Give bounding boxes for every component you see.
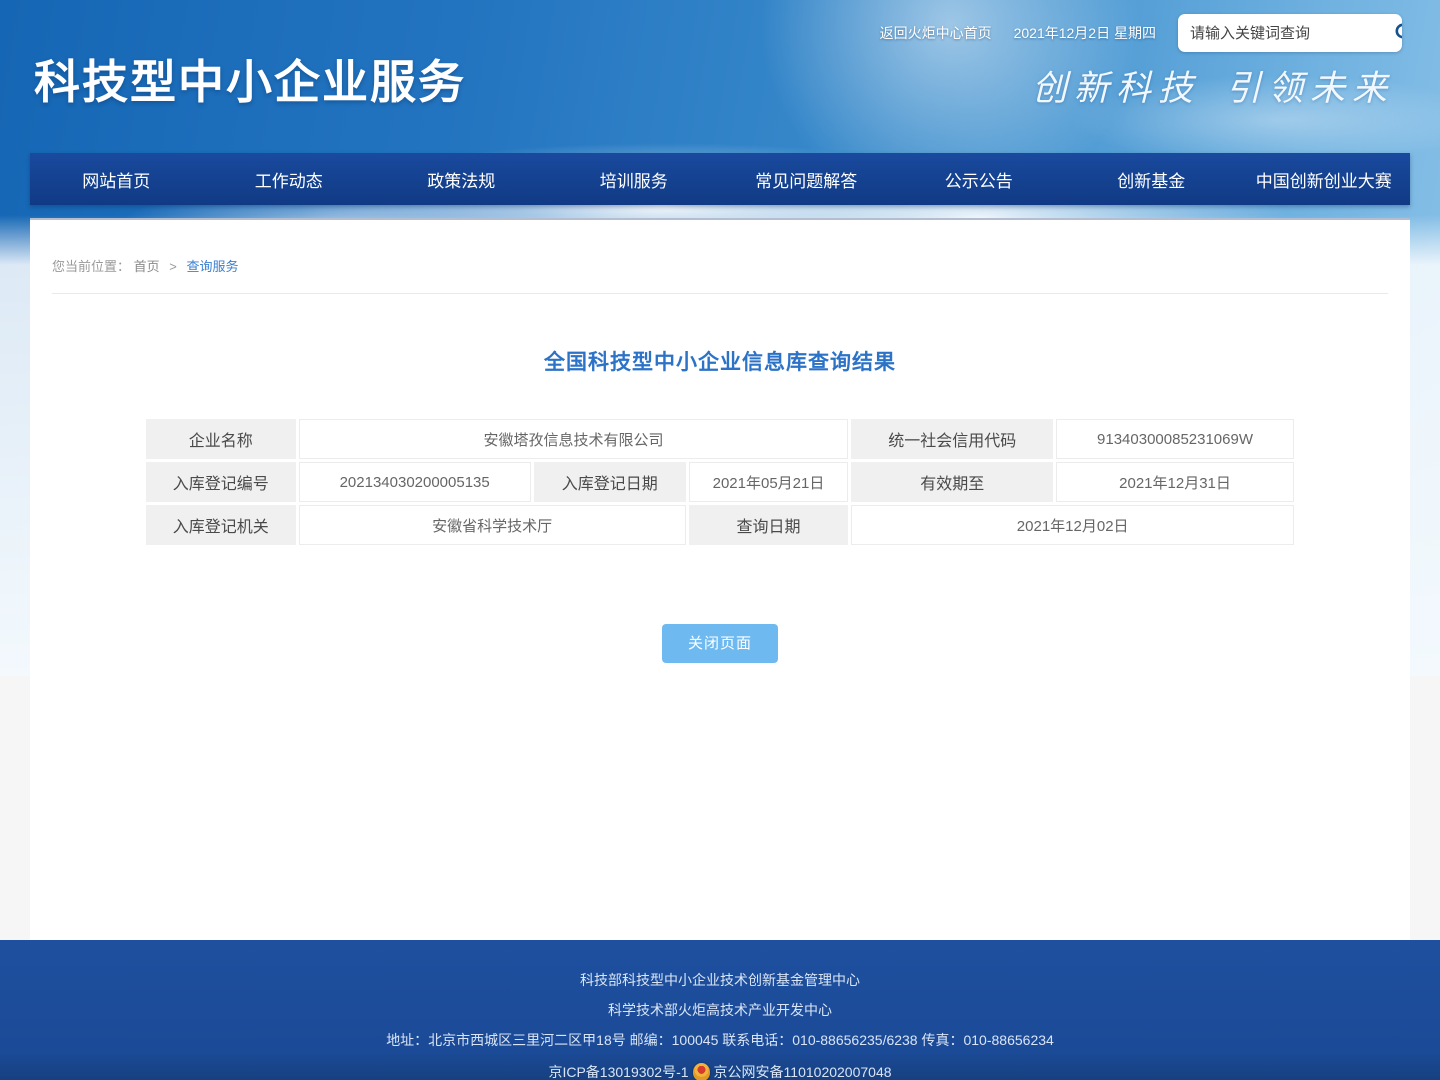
search-button[interactable] bbox=[1393, 14, 1402, 52]
breadcrumb-prefix: 您当前位置： bbox=[52, 259, 130, 274]
query-date-label: 查询日期 bbox=[689, 505, 849, 545]
footer-org-line1: 科技部科技型中小企业技术创新基金管理中心 bbox=[0, 940, 1440, 987]
reg-no-value: 202134030200005135 bbox=[299, 462, 531, 502]
footer: 科技部科技型中小企业技术创新基金管理中心 科学技术部火炬高技术产业开发中心 地址… bbox=[0, 940, 1440, 1080]
reg-date-label: 入库登记日期 bbox=[534, 462, 686, 502]
page-root: 科技型中小企业服务 返回火炬中心首页 2021年12月2日 星期四 创新科技引领… bbox=[0, 0, 1440, 1080]
breadcrumb-home-link[interactable]: 首页 bbox=[134, 259, 160, 274]
button-row: 关闭页面 bbox=[30, 624, 1410, 663]
nav-item-innovation-fund[interactable]: 创新基金 bbox=[1065, 153, 1238, 205]
nav-item-faq[interactable]: 常见问题解答 bbox=[720, 153, 893, 205]
reg-authority-value: 安徽省科学技术厅 bbox=[299, 505, 686, 545]
current-date-text: 2021年12月2日 星期四 bbox=[1014, 23, 1156, 43]
footer-contact-line: 地址：北京市西城区三里河二区甲18号 邮编：100045 联系电话：010-88… bbox=[0, 1033, 1440, 1047]
query-result-table: 企业名称 安徽塔孜信息技术有限公司 统一社会信用代码 9134030008523… bbox=[143, 416, 1297, 548]
search-icon bbox=[1393, 21, 1402, 45]
breadcrumb-current-link[interactable]: 查询服务 bbox=[187, 259, 239, 274]
nav-item-policies[interactable]: 政策法规 bbox=[375, 153, 548, 205]
header-slogan: 创新科技引领未来 bbox=[1032, 60, 1394, 111]
company-name-label: 企业名称 bbox=[146, 419, 296, 459]
nav-item-home[interactable]: 网站首页 bbox=[30, 153, 203, 205]
table-row-registration: 入库登记编号 202134030200005135 入库登记日期 2021年05… bbox=[146, 462, 1294, 502]
footer-beian-line: 京ICP备13019302号-1 京公网安备11010202007048 bbox=[0, 1063, 1440, 1080]
breadcrumb: 您当前位置： 首页 > 查询服务 bbox=[52, 220, 1388, 294]
footer-org-line2: 科学技术部火炬高技术产业开发中心 bbox=[0, 1003, 1440, 1017]
nav-item-announcements[interactable]: 公示公告 bbox=[893, 153, 1066, 205]
psb-license-link[interactable]: 京公网安备11010202007048 bbox=[714, 1065, 892, 1079]
close-page-button[interactable]: 关闭页面 bbox=[662, 624, 778, 663]
credit-code-label: 统一社会信用代码 bbox=[851, 419, 1053, 459]
content-box: 您当前位置： 首页 > 查询服务 全国科技型中小企业信息库查询结果 企业名称 安… bbox=[30, 218, 1410, 940]
search-input[interactable] bbox=[1178, 25, 1393, 42]
torch-center-home-link[interactable]: 返回火炬中心首页 bbox=[880, 23, 992, 43]
top-bar: 返回火炬中心首页 2021年12月2日 星期四 bbox=[880, 14, 1402, 52]
icp-license-link[interactable]: 京ICP备13019302号-1 bbox=[548, 1065, 688, 1079]
breadcrumb-separator: > bbox=[169, 259, 177, 274]
nav-item-training[interactable]: 培训服务 bbox=[548, 153, 721, 205]
valid-until-value: 2021年12月31日 bbox=[1056, 462, 1294, 502]
query-date-value: 2021年12月02日 bbox=[851, 505, 1294, 545]
company-name-value: 安徽塔孜信息技术有限公司 bbox=[299, 419, 849, 459]
site-logo: 科技型中小企业服务 bbox=[34, 46, 466, 112]
valid-until-label: 有效期至 bbox=[851, 462, 1053, 502]
table-row-company: 企业名称 安徽塔孜信息技术有限公司 统一社会信用代码 9134030008523… bbox=[146, 419, 1294, 459]
main-nav: 网站首页 工作动态 政策法规 培训服务 常见问题解答 公示公告 创新基金 中国创… bbox=[30, 153, 1410, 205]
reg-no-label: 入库登记编号 bbox=[146, 462, 296, 502]
credit-code-value: 91340300085231069W bbox=[1056, 419, 1294, 459]
nav-item-competition[interactable]: 中国创新创业大赛 bbox=[1238, 153, 1411, 205]
table-row-authority: 入库登记机关 安徽省科学技术厅 查询日期 2021年12月02日 bbox=[146, 505, 1294, 545]
nav-item-work-news[interactable]: 工作动态 bbox=[203, 153, 376, 205]
page-title: 全国科技型中小企业信息库查询结果 bbox=[30, 346, 1410, 376]
public-security-emblem-icon bbox=[693, 1063, 710, 1080]
reg-date-value: 2021年05月21日 bbox=[689, 462, 849, 502]
header: 科技型中小企业服务 返回火炬中心首页 2021年12月2日 星期四 创新科技引领… bbox=[0, 0, 1440, 218]
reg-authority-label: 入库登记机关 bbox=[146, 505, 296, 545]
search-box bbox=[1178, 14, 1402, 52]
